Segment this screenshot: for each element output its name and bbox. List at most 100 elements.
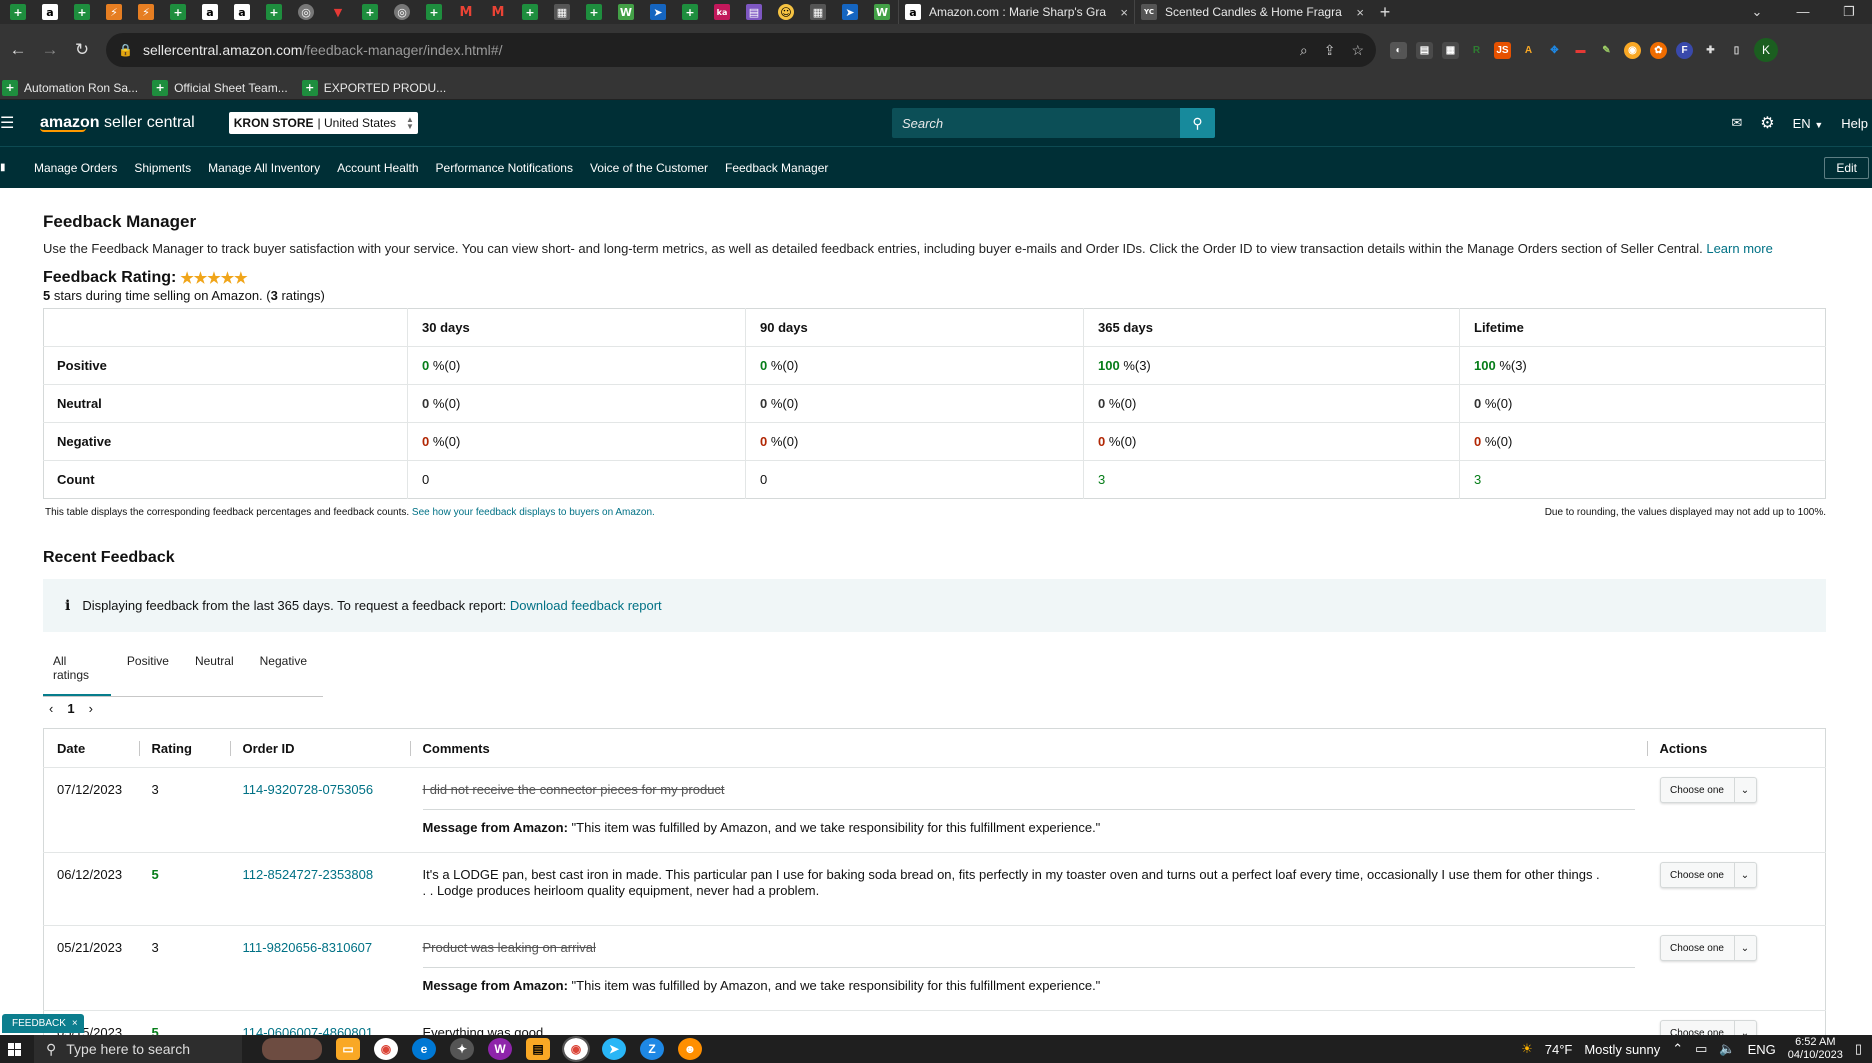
extension-icon[interactable]: R xyxy=(1468,42,1485,59)
seller-central-logo[interactable]: amazon seller central xyxy=(40,114,195,132)
pinned-tab[interactable]: + xyxy=(258,0,290,24)
bookmark-item[interactable]: + Automation Ron Sa... xyxy=(2,79,138,96)
extension-icon[interactable]: ▤ xyxy=(1416,41,1433,59)
chrome-active-icon[interactable]: ◉ xyxy=(562,1036,590,1062)
search-input[interactable] xyxy=(891,108,1180,138)
pinned-tab[interactable]: ➤ xyxy=(642,0,674,24)
extension-icon[interactable]: ▬ xyxy=(1572,42,1589,59)
pinned-tab[interactable]: ☺ xyxy=(770,0,802,24)
app-icon[interactable]: W xyxy=(488,1038,512,1060)
tab-search-icon[interactable]: ⌄ xyxy=(1734,4,1780,20)
extension-icon[interactable]: ◉ xyxy=(1624,41,1641,59)
pinned-tab[interactable]: W xyxy=(610,0,642,24)
extension-icon[interactable]: A xyxy=(1520,42,1537,59)
puzzle-icon[interactable]: ✚ xyxy=(1702,42,1719,59)
pinned-tab[interactable]: + xyxy=(578,0,610,24)
minimize-icon[interactable]: — xyxy=(1780,4,1826,20)
weather-text[interactable]: Mostly sunny xyxy=(1584,1042,1660,1057)
app-icon[interactable]: ☻ xyxy=(678,1038,702,1060)
pinned-tab[interactable]: ⚡ xyxy=(130,0,162,24)
col-date[interactable]: Date xyxy=(44,729,139,768)
pinned-tab[interactable]: + xyxy=(674,0,706,24)
pinned-tab[interactable]: a xyxy=(34,0,66,24)
forward-icon[interactable]: → xyxy=(38,40,62,60)
pinned-tab[interactable]: ▦ xyxy=(802,0,834,24)
extension-icon[interactable]: ✎ xyxy=(1598,42,1615,59)
nav-performance-notifications[interactable]: Performance Notifications xyxy=(436,161,573,175)
pinned-tab[interactable]: ka xyxy=(706,0,738,24)
buyer-display-link[interactable]: See how your feedback displays to buyers… xyxy=(412,507,655,518)
widget-image-icon[interactable] xyxy=(262,1038,322,1060)
mail-icon[interactable]: ✉ xyxy=(1731,115,1742,131)
pinned-tab[interactable]: W xyxy=(866,0,898,24)
order-id-link[interactable]: 114-9320728-0753056 xyxy=(243,782,374,797)
zoom-app-icon[interactable]: Z xyxy=(640,1038,664,1060)
zoom-icon[interactable]: ⌕ xyxy=(1300,42,1308,59)
chevron-up-icon[interactable]: ⌃ xyxy=(1672,1041,1683,1057)
download-report-link[interactable]: Download feedback report xyxy=(510,598,662,613)
bookmark-item[interactable]: + EXPORTED PRODU... xyxy=(301,79,446,96)
new-tab-button[interactable]: + xyxy=(1370,2,1400,23)
browser-tab-amazon[interactable]: a Amazon.com : Marie Sharp's Gra × xyxy=(898,0,1134,24)
pinned-tab[interactable]: + xyxy=(514,0,546,24)
clock[interactable]: 6:52 AM 04/10/2023 xyxy=(1788,1036,1843,1062)
chevron-left-icon[interactable]: ‹ xyxy=(49,701,53,716)
language-selector[interactable]: EN ▼ xyxy=(1793,116,1824,131)
pinned-tab[interactable]: a xyxy=(226,0,258,24)
pinned-tab[interactable]: M xyxy=(482,0,514,24)
pinned-tab[interactable]: + xyxy=(418,0,450,24)
pinned-tab[interactable]: M xyxy=(450,0,482,24)
nav-manage-orders[interactable]: Manage Orders xyxy=(34,161,117,175)
pinned-tab[interactable]: ▦ xyxy=(546,0,578,24)
col-order-id[interactable]: Order ID xyxy=(229,729,410,768)
tab-all-ratings[interactable]: All ratings xyxy=(43,654,111,696)
pinned-tab[interactable]: + xyxy=(162,0,194,24)
telegram-icon[interactable]: ➤ xyxy=(602,1038,626,1060)
order-id-link[interactable]: 112-8524727-2353808 xyxy=(243,867,374,882)
page-number[interactable]: 1 xyxy=(67,701,74,716)
nav-manage-inventory[interactable]: Manage All Inventory xyxy=(208,161,320,175)
gear-icon[interactable]: ⚙ xyxy=(1760,113,1774,133)
tab-positive[interactable]: Positive xyxy=(117,654,179,696)
tab-neutral[interactable]: Neutral xyxy=(185,654,244,696)
extension-icon[interactable]: F xyxy=(1676,41,1693,59)
bookmark-nav-icon[interactable]: ▮ xyxy=(0,162,34,173)
edit-nav-button[interactable]: Edit xyxy=(1824,156,1869,179)
chevron-right-icon[interactable]: › xyxy=(89,701,93,716)
pinned-tab[interactable]: + xyxy=(66,0,98,24)
weather-temp[interactable]: 74°F xyxy=(1545,1042,1573,1057)
pinned-tab[interactable]: + xyxy=(354,0,386,24)
app-icon[interactable]: ✦ xyxy=(450,1038,474,1060)
nav-shipments[interactable]: Shipments xyxy=(134,161,191,175)
col-rating[interactable]: Rating xyxy=(138,729,230,768)
pinned-tab[interactable]: ⚡ xyxy=(98,0,130,24)
extension-icon[interactable]: ✥ xyxy=(1546,42,1563,59)
close-tab-icon[interactable]: × xyxy=(1356,5,1364,20)
sticky-notes-icon[interactable]: ▤ xyxy=(526,1038,550,1060)
pinned-tab[interactable]: a xyxy=(194,0,226,24)
learn-more-link[interactable]: Learn more xyxy=(1706,241,1772,256)
windows-start-icon[interactable] xyxy=(0,1035,28,1063)
search-icon[interactable]: ⚲ xyxy=(1179,108,1215,138)
help-link[interactable]: Help xyxy=(1841,116,1868,131)
choose-action-dropdown[interactable]: Choose one ⌄ xyxy=(1659,777,1757,803)
extension-icon[interactable]: JS xyxy=(1494,41,1511,59)
pinned-tab[interactable]: + xyxy=(2,0,34,24)
order-id-link[interactable]: 111-9820656-8310607 xyxy=(243,940,373,955)
share-icon[interactable]: ⇪ xyxy=(1324,42,1336,59)
nav-account-health[interactable]: Account Health xyxy=(337,161,418,175)
browser-tab-candles[interactable]: YC Scented Candles & Home Fragra × xyxy=(1134,0,1370,24)
bookmark-star-icon[interactable]: ☆ xyxy=(1351,42,1364,59)
side-panel-icon[interactable]: ▯ xyxy=(1728,42,1745,59)
close-tab-icon[interactable]: × xyxy=(1120,5,1128,20)
store-selector[interactable]: KRON STORE | United States ▲ ▼ xyxy=(228,112,418,134)
file-explorer-icon[interactable]: ▭ xyxy=(336,1038,360,1060)
tab-negative[interactable]: Negative xyxy=(250,654,317,696)
pinned-tab[interactable]: ▤ xyxy=(738,0,770,24)
input-language[interactable]: ENG xyxy=(1748,1042,1776,1057)
reload-icon[interactable]: ↻ xyxy=(70,40,94,60)
back-icon[interactable]: ← xyxy=(6,40,30,60)
bookmark-item[interactable]: + Official Sheet Team... xyxy=(152,79,288,96)
pinned-tab[interactable]: ▼ xyxy=(322,0,354,24)
close-icon[interactable]: × xyxy=(72,1018,78,1029)
